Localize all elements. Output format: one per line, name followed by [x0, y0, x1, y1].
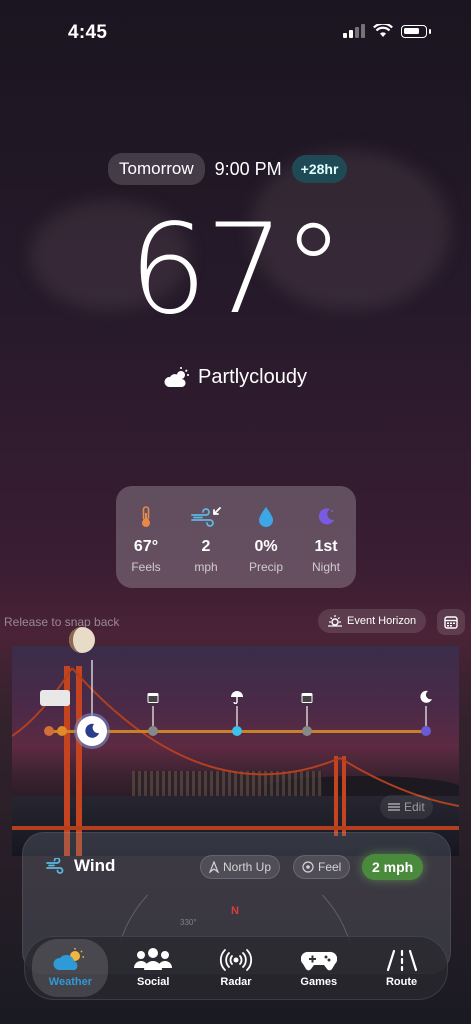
snap-back-hint: Release to snap back [4, 615, 120, 629]
cloud-sun-icon [53, 948, 85, 970]
target-icon [302, 861, 314, 873]
stat-label: mph [194, 560, 218, 574]
sliders-icon [388, 803, 400, 811]
compass-tick-label: 330° [180, 918, 197, 927]
stat-label: Feels [131, 560, 161, 574]
bottom-tab-bar: Weather Social Radar Games Route [24, 936, 448, 1000]
feel-label: Feel [318, 860, 342, 874]
stat-value: 1st [314, 538, 338, 555]
timeline-scrubber-knob[interactable] [77, 716, 107, 746]
bridge-scene-image [12, 646, 459, 856]
calendar-button[interactable] [437, 609, 465, 635]
moon-phase-icon [69, 627, 95, 653]
forecast-time: 9:00 PM [214, 158, 282, 179]
bridge-cables [12, 667, 459, 807]
calendar-icon[interactable] [301, 692, 313, 704]
forecast-time-row: Tomorrow 9:00 PM +28hr [108, 153, 348, 185]
tab-label: Games [300, 976, 338, 988]
calendar-icon[interactable] [147, 692, 159, 704]
temperature: 67° [128, 198, 345, 342]
event-horizon-label: Event Horizon [347, 615, 417, 627]
tab-label: Route [385, 976, 418, 988]
edit-label: Edit [404, 800, 425, 814]
event-horizon-button[interactable]: Event Horizon [318, 609, 427, 633]
tab-label: Weather [48, 976, 92, 988]
edit-button[interactable]: Edit [380, 795, 433, 819]
timeline-stem [91, 660, 93, 716]
partly-cloudy-icon [164, 366, 190, 387]
radar-icon [219, 949, 253, 971]
moon-icon [85, 723, 99, 738]
thermometer-icon [142, 506, 150, 527]
stat-night: 1st Night [300, 506, 352, 574]
stat-value: 67° [133, 538, 159, 555]
wind-icon [191, 507, 221, 527]
condition-text: Partlycloudy [198, 366, 307, 388]
timeline-dot [57, 726, 67, 736]
day-chip[interactable]: Tomorrow [108, 153, 205, 185]
stat-label: Precip [248, 560, 283, 574]
battery-icon [401, 24, 427, 38]
umbrella-icon[interactable] [230, 690, 244, 704]
tab-radar[interactable]: Radar [198, 939, 274, 997]
tab-label: Social [136, 976, 170, 988]
tab-social[interactable]: Social [115, 939, 191, 997]
timeline-stem [425, 706, 427, 726]
north-arrow-icon [209, 861, 219, 873]
road-icon [386, 949, 417, 972]
feel-toggle[interactable]: Feel [293, 855, 351, 879]
wind-title-row: Wind [46, 856, 115, 876]
north-up-toggle[interactable]: North Up [200, 855, 281, 879]
calendar-icon [444, 616, 458, 629]
stat-wind: 2 mph [180, 506, 232, 574]
moon-icon [318, 508, 334, 525]
stat-precip: 0% Precip [240, 506, 292, 574]
wind-icon [46, 858, 64, 874]
droplet-icon [259, 507, 273, 527]
status-icons [343, 24, 431, 38]
stat-value: 2 [201, 538, 211, 555]
wind-title: Wind [74, 856, 116, 875]
stacked-events-marker[interactable] [40, 690, 70, 706]
timeline-dot [232, 726, 242, 736]
gamepad-icon [300, 951, 337, 971]
people-icon [134, 948, 173, 970]
signal-icon [343, 24, 365, 38]
stat-value: 0% [254, 538, 278, 555]
wifi-icon [373, 24, 393, 37]
tab-weather[interactable]: Weather [32, 939, 109, 997]
tab-games[interactable]: Games [281, 939, 357, 997]
timeline-dot [148, 726, 158, 736]
tab-label: Radar [220, 976, 252, 988]
timeline-dot [44, 726, 54, 736]
battery-nub [429, 28, 431, 34]
stat-label: Night [311, 560, 340, 574]
status-time: 4:45 [68, 22, 108, 43]
timeline-dot [302, 726, 312, 736]
timeline-dot [421, 726, 431, 736]
timeline-stem [236, 706, 238, 726]
stat-feels: 67° Feels [120, 506, 172, 574]
timeline-stem [152, 706, 154, 726]
sun-horizon-icon [328, 615, 342, 627]
wind-speed-badge: 2 mph [362, 854, 424, 880]
compass-north-label: N [231, 905, 239, 917]
moon-icon[interactable] [419, 690, 433, 704]
stats-card[interactable]: 67° Feels 2 mph 0% Precip 1st Night [116, 486, 356, 588]
timeline-stem [306, 706, 308, 726]
offset-chip[interactable]: +28hr [291, 155, 348, 183]
tab-route[interactable]: Route [364, 939, 440, 997]
north-up-label: North Up [223, 860, 272, 874]
condition-row: Partlycloudy [0, 366, 471, 389]
